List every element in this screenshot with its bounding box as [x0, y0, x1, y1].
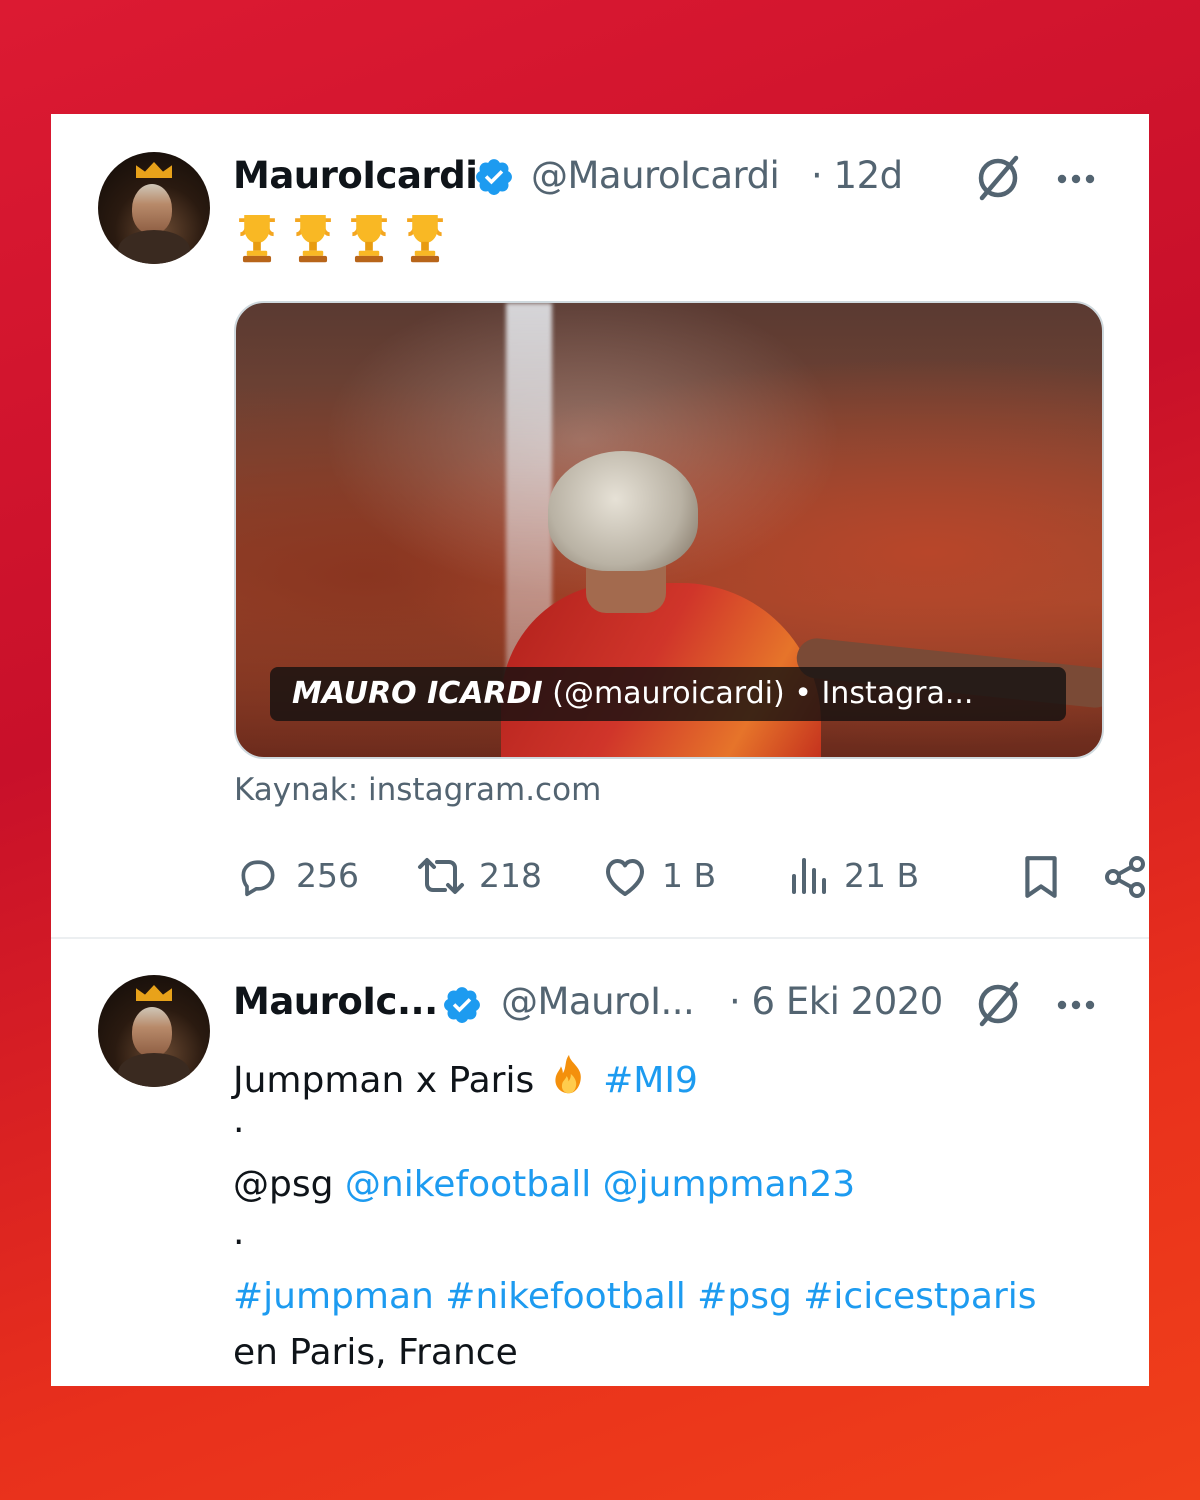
- avatar[interactable]: [98, 975, 210, 1087]
- action-bar: 256 218 1 B 21 B: [234, 852, 1145, 900]
- mention-psg: @psg: [233, 1164, 334, 1205]
- avatar-shoulder: [118, 230, 190, 264]
- grok-icon[interactable]: [973, 978, 1023, 1028]
- media-preview[interactable]: MAURO ICARDI (@mauroicardi) • Instagra..…: [234, 301, 1104, 759]
- like-count: 1 B: [662, 856, 717, 895]
- fire-icon: [555, 1054, 581, 1094]
- tweet-text-line-1: Jumpman x Paris #MI9: [233, 1052, 698, 1101]
- tweet-2[interactable]: MauroIc... @MauroI... · 6 Eki 2020 Jumpm…: [51, 938, 1149, 1386]
- more-icon[interactable]: [1055, 172, 1097, 186]
- like-icon: [606, 859, 644, 896]
- media-caption: MAURO ICARDI (@mauroicardi) • Instagra..…: [270, 667, 1066, 721]
- retweet-icon: [418, 858, 464, 894]
- trophy-row: [234, 212, 458, 266]
- verified-badge-icon: [444, 987, 480, 1023]
- handle[interactable]: @MauroI...: [501, 980, 695, 1023]
- media-caption-title: MAURO ICARDI: [292, 676, 543, 711]
- share-button[interactable]: [1103, 852, 1149, 900]
- retweet-count: 218: [479, 856, 542, 895]
- more-icon[interactable]: [1055, 998, 1097, 1012]
- media-caption-subtitle: (@mauroicardi) • Instagra...: [542, 676, 974, 711]
- tweet-text-line-mentions: @psg @nikefootball @jumpman23: [233, 1164, 855, 1205]
- timestamp[interactable]: · 6 Eki 2020: [729, 980, 943, 1023]
- reply-icon: [241, 860, 275, 897]
- display-name[interactable]: MauroIcardi: [233, 154, 478, 197]
- tweet-1[interactable]: MauroIcardi @MauroIcardi · 12d MAURO ICA…: [51, 114, 1149, 937]
- avatar-head: [132, 184, 172, 234]
- timestamp[interactable]: · 12d: [811, 154, 903, 197]
- grok-icon[interactable]: [973, 152, 1023, 202]
- source-link[interactable]: Kaynak: instagram.com: [234, 772, 601, 808]
- player-hair: [548, 451, 698, 571]
- verified-badge-icon: [476, 159, 512, 195]
- separator-dot: ·: [233, 1110, 245, 1151]
- views-count: 21 B: [844, 856, 920, 895]
- hashtag-link[interactable]: #MI9: [603, 1060, 698, 1101]
- trophy-icon: [239, 215, 275, 263]
- trophy-icon: [407, 215, 443, 263]
- bookmark-icon: [1025, 856, 1057, 898]
- hashtag-links[interactable]: #jumpman #nikefootball #psg #icicestpari…: [233, 1276, 1037, 1317]
- share-icon: [1105, 856, 1145, 898]
- mention-links[interactable]: @nikefootball @jumpman23: [345, 1164, 855, 1205]
- location-text: en Paris, France: [233, 1332, 518, 1373]
- bookmark-button[interactable]: [1020, 852, 1064, 900]
- crown-graphic: [136, 985, 172, 1001]
- crown-graphic: [136, 162, 172, 178]
- reply-count: 256: [296, 856, 359, 895]
- avatar[interactable]: [98, 152, 210, 264]
- trophy-icon: [295, 215, 331, 263]
- trophy-icon: [351, 215, 387, 263]
- tweet-text: Jumpman x Paris: [233, 1060, 535, 1101]
- handle[interactable]: @MauroIcardi: [531, 154, 780, 197]
- display-name[interactable]: MauroIc...: [233, 980, 438, 1023]
- avatar-head: [132, 1007, 172, 1057]
- separator-dot: ·: [233, 1222, 245, 1263]
- avatar-shoulder: [118, 1053, 190, 1087]
- timeline-card: MauroIcardi @MauroIcardi · 12d MAURO ICA…: [51, 114, 1149, 1386]
- views-icon: [792, 858, 826, 894]
